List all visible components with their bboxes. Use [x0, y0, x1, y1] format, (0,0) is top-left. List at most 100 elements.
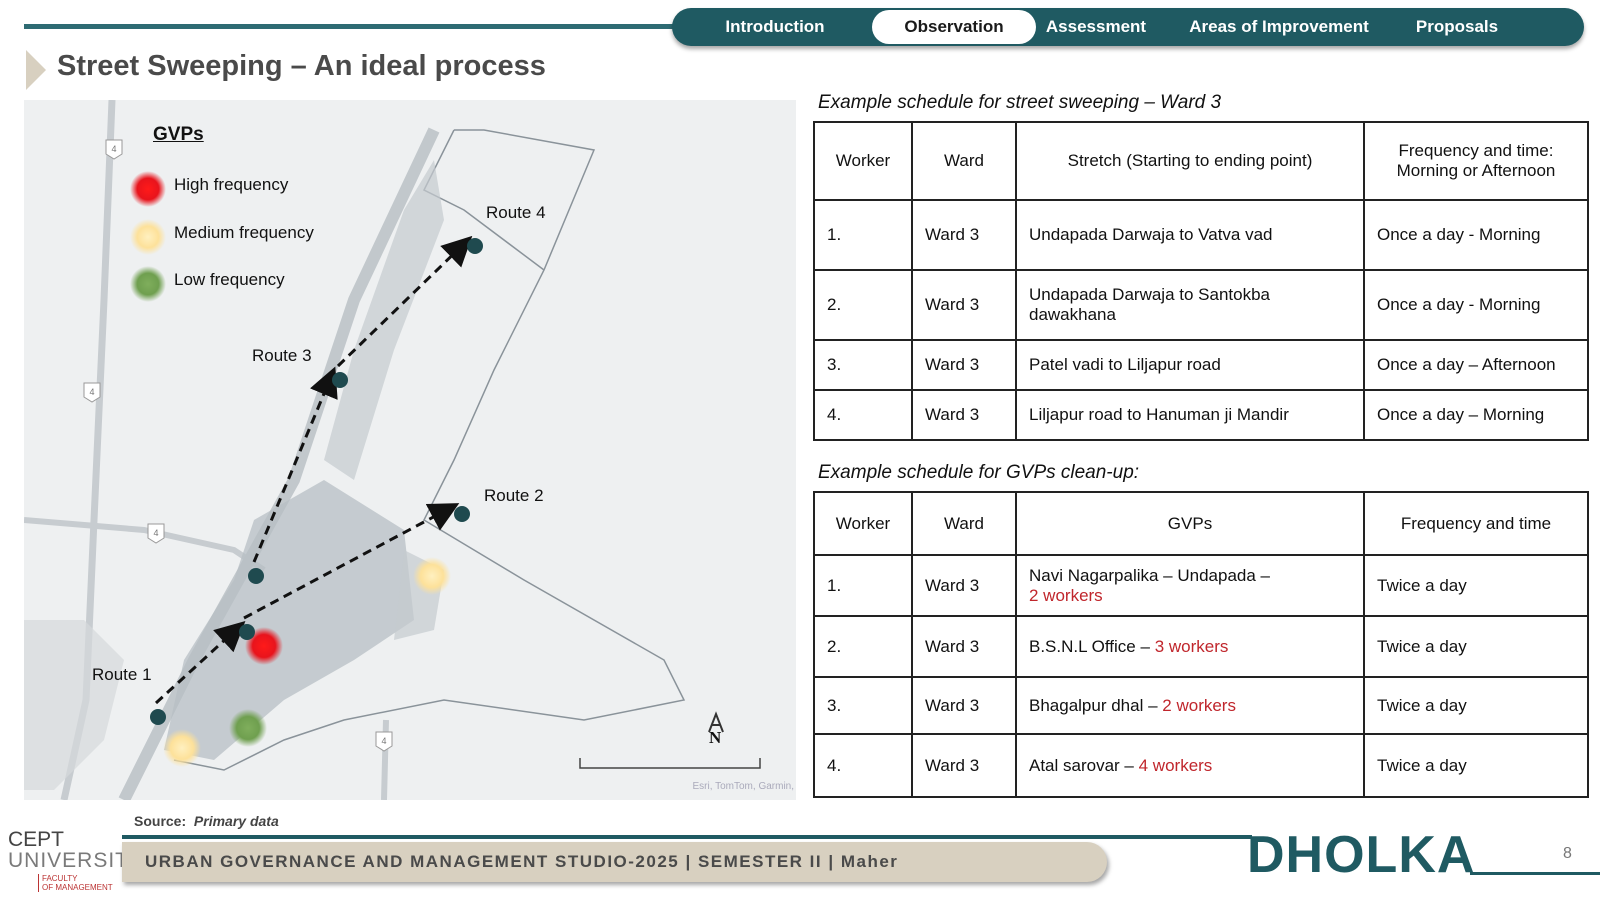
frequency-cell: Twice a day — [1363, 554, 1589, 617]
ward-boundary-north — [422, 129, 545, 271]
west-suburb — [24, 620, 124, 790]
worker-cell: 3. — [813, 339, 913, 391]
svg-text:4: 4 — [89, 387, 94, 397]
gvp-schedule-title: Example schedule for GVPs clean-up: — [818, 462, 1140, 483]
ward-cell: Ward 3 — [911, 389, 1017, 441]
table-row: 2. Ward 3 Undapada Darwaja to Santokba d… — [813, 269, 1589, 341]
logo-faculty: FACULTY — [42, 874, 78, 883]
gvp-schedule-table: Worker Ward GVPs Frequency and time 1. W… — [813, 491, 1589, 798]
gvp-medium-dot[interactable] — [413, 557, 451, 595]
frequency-cell: Twice a day — [1363, 676, 1589, 735]
table-header-row: Worker Ward Stretch (Starting to ending … — [813, 121, 1589, 201]
frequency-cell: Once a day - Morning — [1363, 199, 1589, 271]
legend-low-label: Low frequency — [174, 270, 285, 289]
route-1-label: Route 1 — [92, 665, 152, 684]
table-row: 4. Ward 3 Atal sarovar – 4 workers Twice… — [813, 733, 1589, 798]
worker-cell: 4. — [813, 733, 913, 798]
worker-cell: 4. — [813, 389, 913, 441]
gvp-medium-dot[interactable] — [163, 729, 201, 767]
stretch-cell: Undapada Darwaja to Vatva vad — [1015, 199, 1365, 271]
route-1-point[interactable] — [150, 709, 166, 725]
col-gvps: GVPs — [1015, 491, 1365, 556]
logo-management: OF MANAGEMENT — [42, 883, 113, 892]
col-ward: Ward — [911, 121, 1017, 201]
col-ward: Ward — [911, 491, 1017, 556]
col-frequency: Frequency and time: Morning or Afternoon — [1363, 121, 1589, 201]
col-worker: Worker — [813, 491, 913, 556]
gvp-workers: 2 workers — [1162, 695, 1236, 715]
tab-areas-of-improvement[interactable]: Areas of Improvement — [1156, 10, 1402, 44]
svg-text:4: 4 — [111, 144, 116, 154]
worker-cell: 2. — [813, 615, 913, 678]
legend-medium-dot — [130, 219, 166, 255]
col-stretch: Stretch (Starting to ending point) — [1015, 121, 1365, 201]
gvp-workers: 3 workers — [1154, 636, 1229, 656]
gvp-place: Navi Nagarpalika – Undapada – — [1029, 565, 1270, 585]
source-label: Source: — [134, 813, 187, 829]
route-3-point[interactable] — [332, 372, 348, 388]
table-row: 3. Ward 3 Bhagalpur dhal – 2 workers Twi… — [813, 676, 1589, 735]
svg-text:4: 4 — [153, 528, 158, 538]
gvp-low-dot[interactable] — [229, 709, 267, 747]
section-nav: Introduction Observation Assessment Area… — [672, 8, 1584, 46]
table-row: 3. Ward 3 Patel vadi to Liljapur road On… — [813, 339, 1589, 391]
highway-south — [24, 517, 266, 573]
gvp-place: Atal sarovar – — [1029, 755, 1134, 775]
stretch-cell: Undapada Darwaja to Santokba dawakhana — [1015, 269, 1365, 341]
route-2-label: Route 2 — [484, 486, 544, 505]
worker-cell: 2. — [813, 269, 913, 341]
footer-banner: URBAN GOVERNANCE AND MANAGEMENT STUDIO-2… — [122, 842, 1107, 882]
ward-cell: Ward 3 — [911, 269, 1017, 341]
map-canvas: 4 4 4 4 — [24, 100, 761, 800]
sweeping-schedule-table: Worker Ward Stretch (Starting to ending … — [813, 121, 1589, 441]
ward-cell: Ward 3 — [911, 339, 1017, 391]
table-row: 1. Ward 3 Navi Nagarpalika – Undapada –2… — [813, 554, 1589, 617]
gvp-workers: 2 workers — [1029, 585, 1103, 605]
frequency-cell: Once a day – Afternoon — [1363, 339, 1589, 391]
frequency-cell: Once a day - Morning — [1363, 269, 1589, 341]
ward-cell: Ward 3 — [911, 199, 1017, 271]
route-3-start-point[interactable] — [248, 568, 264, 584]
gvp-cell: B.S.N.L Office – 3 workers — [1015, 615, 1365, 678]
tab-observation[interactable]: Observation — [872, 10, 1036, 44]
route-hub-point[interactable] — [239, 624, 255, 640]
gvp-cell: Bhagalpur dhal – 2 workers — [1015, 676, 1365, 735]
ward-cell: Ward 3 — [911, 615, 1017, 678]
scale-bar — [579, 758, 761, 769]
worker-cell: 1. — [813, 199, 913, 271]
cept-logo: CEPT UNIVERSITY FACULTY OF MANAGEMENT — [8, 828, 143, 892]
tab-proposals[interactable]: Proposals — [1402, 10, 1512, 44]
frequency-cell: Once a day – Morning — [1363, 389, 1589, 441]
route-2-point[interactable] — [454, 506, 470, 522]
map-attribution: Esri, TomTom, Garmin, — [692, 781, 795, 792]
gvp-place: B.S.N.L Office – — [1029, 636, 1150, 656]
route-4-point[interactable] — [467, 238, 483, 254]
ward-cell: Ward 3 — [911, 733, 1017, 798]
col-frequency: Frequency and time — [1363, 491, 1589, 556]
source-note: Source: Primary data — [134, 813, 279, 829]
tab-assessment[interactable]: Assessment — [1036, 10, 1156, 44]
tab-introduction[interactable]: Introduction — [678, 10, 872, 44]
frequency-cell: Twice a day — [1363, 615, 1589, 678]
ward-cell: Ward 3 — [911, 676, 1017, 735]
col-worker: Worker — [813, 121, 913, 201]
legend-high-dot — [130, 171, 166, 207]
legend-low-dot — [130, 266, 166, 302]
route-3-label: Route 3 — [252, 346, 312, 365]
gvp-cell: Navi Nagarpalika – Undapada –2 workers — [1015, 554, 1365, 617]
gvp-place: Bhagalpur dhal – — [1029, 695, 1158, 715]
footer-rule — [122, 835, 1252, 839]
page-number: 8 — [1563, 845, 1572, 862]
worker-cell: 1. — [813, 554, 913, 617]
source-value: Primary data — [193, 813, 279, 829]
title-marker — [26, 50, 46, 90]
table-row: 1. Ward 3 Undapada Darwaja to Vatva vad … — [813, 199, 1589, 271]
svg-text:4: 4 — [381, 736, 386, 746]
header-rule — [24, 24, 724, 29]
ward-map[interactable]: 4 4 4 4 GVPs High frequency Medium frequ… — [24, 100, 796, 800]
city-name: DHOLKA — [1247, 826, 1476, 884]
town-core — [164, 480, 414, 760]
frequency-cell: Twice a day — [1363, 733, 1589, 798]
gvp-cell: Atal sarovar – 4 workers — [1015, 733, 1365, 798]
stretch-cell: Liljapur road to Hanuman ji Mandir — [1015, 389, 1365, 441]
